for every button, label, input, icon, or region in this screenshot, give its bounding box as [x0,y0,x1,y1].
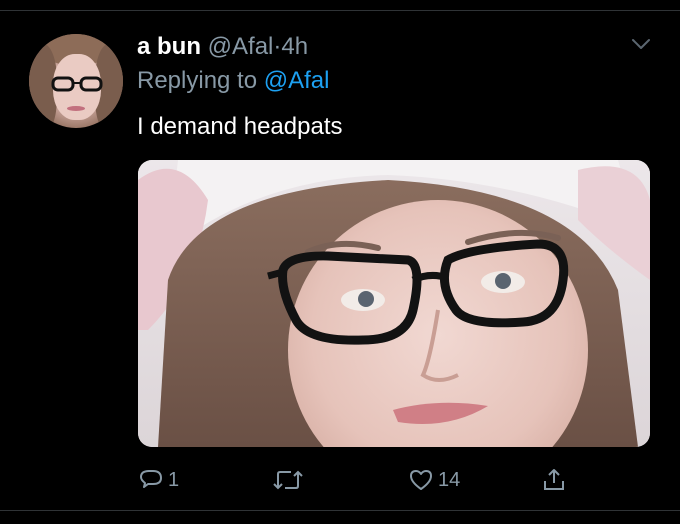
share-icon [544,469,564,490]
tweet-text: I demand headpats [137,113,343,140]
top-divider [0,10,680,11]
replying-handle-link[interactable]: @Afal [264,67,330,94]
avatar-glasses [51,76,103,92]
retweet-button[interactable] [271,460,309,500]
user-handle[interactable]: @Afal [208,33,274,60]
display-name[interactable]: a bun [137,33,201,60]
share-button[interactable] [541,460,567,500]
replying-label: Replying to [137,67,258,94]
reply-icon [140,470,162,488]
replying-to: Replying to @Afal [137,67,329,95]
tweet-header: a bun @Afal·4h [137,33,308,61]
tweet-actions: 1 14 [0,460,680,500]
reply-button[interactable]: 1 [138,460,179,500]
retweet-icon [273,470,303,490]
bottom-divider [0,510,680,511]
reply-count: 1 [168,468,180,491]
timestamp[interactable]: 4h [281,33,308,60]
like-count: 14 [438,468,461,491]
avatar[interactable] [29,34,123,128]
heart-icon [410,470,432,490]
chevron-down-icon[interactable] [630,36,652,52]
like-button[interactable]: 14 [408,460,460,500]
tweet-image[interactable] [138,160,650,447]
